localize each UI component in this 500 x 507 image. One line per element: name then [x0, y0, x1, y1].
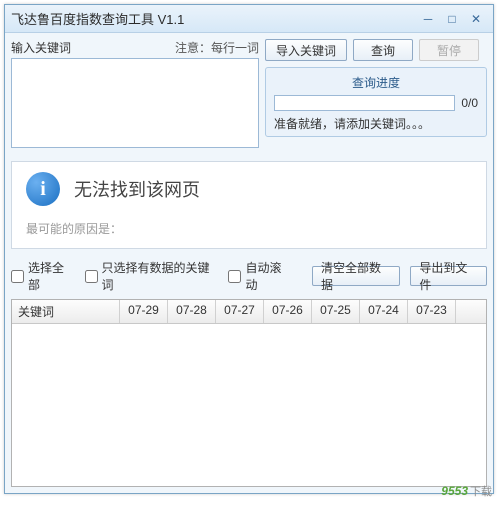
th-date[interactable]: 07-27: [216, 300, 264, 323]
table-body: [12, 324, 486, 484]
progress-group: 查询进度 0/0 准备就绪，请添加关键词。。。: [265, 67, 487, 137]
import-keywords-button[interactable]: 导入关键词: [265, 39, 347, 61]
watermark: 9553下载: [441, 478, 492, 501]
th-date[interactable]: 07-25: [312, 300, 360, 323]
window-title: 飞达鲁百度指数查询工具 V1.1: [11, 9, 415, 28]
table-header: 关键词 07-29 07-28 07-27 07-26 07-25 07-24 …: [12, 300, 486, 324]
close-button[interactable]: ✕: [465, 10, 487, 28]
only-data-checkbox[interactable]: 只选择有数据的关键词: [85, 259, 219, 293]
progress-title: 查询进度: [274, 74, 478, 91]
keyword-hint: 注意：每行一词: [175, 39, 259, 56]
pause-button[interactable]: 暂停: [419, 39, 479, 61]
th-date[interactable]: 07-26: [264, 300, 312, 323]
minimize-button[interactable]: ─: [417, 10, 439, 28]
select-all-input[interactable]: [11, 270, 24, 283]
th-date[interactable]: 07-23: [408, 300, 456, 323]
message-panel: i 无法找到该网页 最可能的原因是：: [11, 161, 487, 249]
th-keyword[interactable]: 关键词: [12, 300, 120, 323]
message-main: 无法找到该网页: [74, 176, 200, 202]
message-sub: 最可能的原因是：: [26, 220, 472, 237]
results-table: 关键词 07-29 07-28 07-27 07-26 07-25 07-24 …: [11, 299, 487, 487]
clear-data-button[interactable]: 清空全部数据: [312, 266, 400, 286]
auto-scroll-checkbox[interactable]: 自动滚动: [228, 259, 292, 293]
status-text: 准备就绪，请添加关键词。。。: [274, 115, 478, 132]
maximize-button[interactable]: □: [441, 10, 463, 28]
th-date[interactable]: 07-28: [168, 300, 216, 323]
content-area: 输入关键词 注意：每行一词 导入关键词 查询 暂停 查询进度 0/0: [5, 33, 493, 493]
query-button[interactable]: 查询: [353, 39, 413, 61]
app-window: 飞达鲁百度指数查询工具 V1.1 ─ □ ✕ 输入关键词 注意：每行一词 导入关…: [4, 4, 494, 494]
progress-bar: [274, 95, 455, 111]
only-data-input[interactable]: [85, 270, 98, 283]
th-date[interactable]: 07-24: [360, 300, 408, 323]
th-date[interactable]: 07-29: [120, 300, 168, 323]
keyword-label: 输入关键词: [11, 39, 175, 56]
select-all-checkbox[interactable]: 选择全部: [11, 259, 75, 293]
options-row: 选择全部 只选择有数据的关键词 自动滚动 清空全部数据 导出到文件: [11, 259, 487, 293]
export-file-button[interactable]: 导出到文件: [410, 266, 487, 286]
keyword-input[interactable]: [11, 58, 259, 148]
title-bar: 飞达鲁百度指数查询工具 V1.1 ─ □ ✕: [5, 5, 493, 33]
progress-count: 0/0: [461, 96, 478, 110]
info-icon: i: [26, 172, 60, 206]
auto-scroll-input[interactable]: [228, 270, 241, 283]
